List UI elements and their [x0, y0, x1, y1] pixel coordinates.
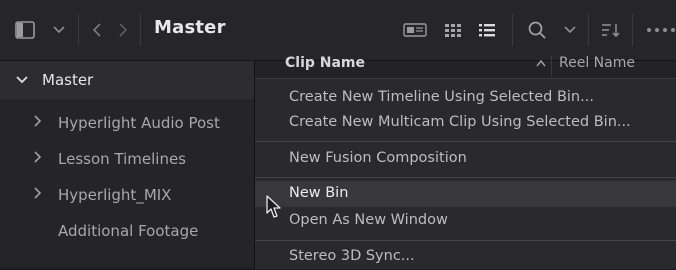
bin-title: Master [154, 17, 226, 38]
metadata-view-icon[interactable] [402, 18, 428, 42]
list-view-icon[interactable] [476, 18, 498, 42]
chevron-right-icon[interactable] [34, 187, 42, 203]
menu-item-label: Open As New Window [289, 212, 448, 228]
menu-item-label: New Fusion Composition [289, 150, 467, 166]
sidebar-item-hyperlight-audio-post[interactable]: Hyperlight Audio Post [0, 106, 254, 140]
menu-separator [255, 141, 676, 142]
menu-item-label: Create New Timeline Using Selected Bin..… [289, 89, 594, 105]
menu-item-label: New Bin [289, 185, 349, 201]
menu-separator [255, 177, 676, 178]
sidebar-item-label: Additional Footage [58, 222, 199, 240]
sidebar-item-hyperlight-mix[interactable]: Hyperlight_MIX [0, 178, 254, 212]
chevron-right-icon[interactable] [34, 151, 42, 167]
column-clip-name[interactable]: Clip Name [285, 55, 365, 71]
sidebar-item-label: Hyperlight Audio Post [58, 114, 220, 132]
toolbar-divider [78, 14, 79, 46]
mouse-pointer-icon [266, 195, 282, 223]
chevron-right-icon[interactable] [34, 115, 42, 131]
menu-item-create-timeline[interactable]: Create New Timeline Using Selected Bin..… [255, 85, 676, 111]
chevron-down-icon[interactable] [562, 18, 578, 42]
search-icon[interactable] [526, 18, 548, 42]
toolbar-divider [140, 14, 141, 46]
bin-sidebar: Master Hyperlight Audio Post Lesson Time… [0, 61, 255, 268]
sidebar-item-label: Lesson Timelines [58, 150, 186, 168]
sidebar-item-label: Master [42, 71, 94, 89]
menu-separator [255, 240, 676, 241]
sidebar-item-label: Hyperlight_MIX [58, 186, 172, 204]
sidebar-toggle-icon[interactable] [14, 18, 36, 42]
menu-item-label: Stereo 3D Sync... [289, 248, 415, 264]
menu-item-open-as-new-window[interactable]: Open As New Window [255, 208, 676, 234]
context-menu: Create New Timeline Using Selected Bin..… [255, 78, 676, 269]
sidebar-item-additional-footage[interactable]: Additional Footage [0, 214, 254, 248]
menu-item-label: Create New Multicam Clip Using Selected … [289, 114, 631, 130]
sort-icon[interactable] [600, 18, 622, 42]
menu-item-new-fusion-composition[interactable]: New Fusion Composition [255, 146, 676, 172]
toolbar-divider [588, 14, 589, 46]
thumbnail-view-icon[interactable] [442, 18, 464, 42]
back-icon[interactable] [90, 18, 104, 42]
menu-item-create-multicam[interactable]: Create New Multicam Clip Using Selected … [255, 110, 676, 136]
forward-icon[interactable] [116, 18, 130, 42]
sidebar-item-master[interactable]: Master [0, 61, 254, 99]
column-reel-name[interactable]: Reel Name [559, 55, 635, 71]
menu-item-stereo-3d-sync[interactable]: Stereo 3D Sync... [255, 244, 676, 270]
toolbar-divider [512, 14, 513, 46]
sort-ascending-icon[interactable] [536, 57, 546, 70]
chevron-down-icon[interactable] [50, 18, 68, 42]
sidebar-item-lesson-timelines[interactable]: Lesson Timelines [0, 142, 254, 176]
column-divider[interactable] [551, 55, 552, 77]
chevron-down-icon[interactable] [16, 72, 32, 88]
menu-item-new-bin[interactable]: New Bin [255, 181, 676, 207]
more-icon[interactable] [646, 18, 676, 42]
toolbar: Master [0, 0, 676, 61]
toolbar-divider [632, 14, 633, 46]
